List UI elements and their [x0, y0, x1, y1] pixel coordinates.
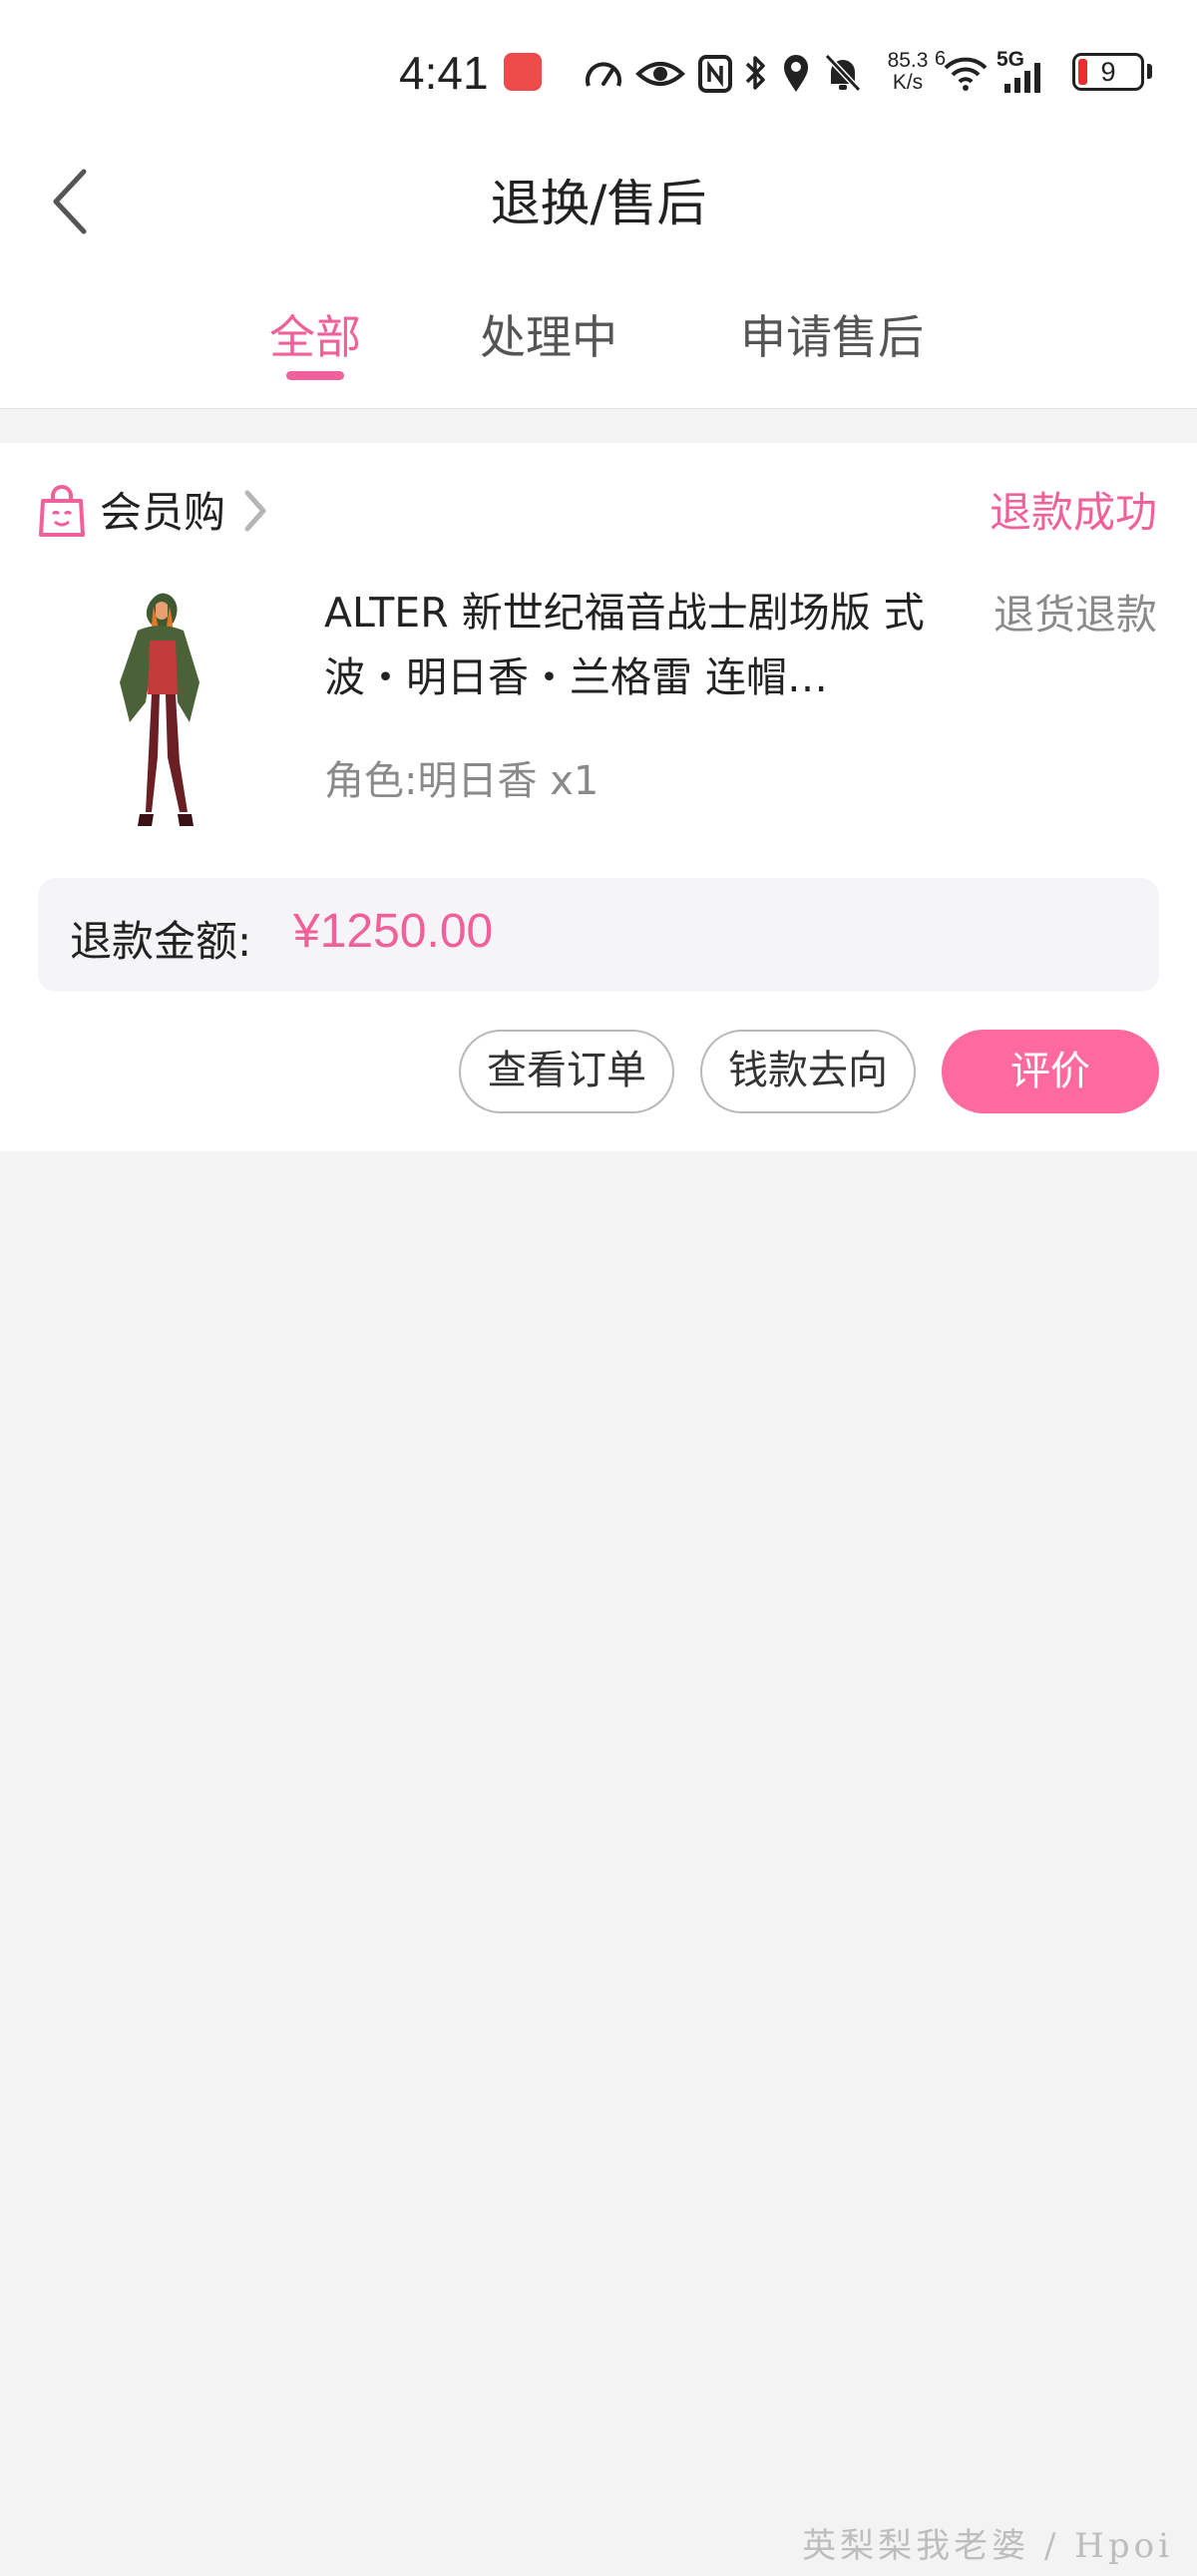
app-notification-icon — [504, 53, 542, 91]
tab-processing[interactable]: 处理中 — [480, 301, 617, 367]
refund-amount-label: 退款金额: — [70, 917, 252, 966]
after-sale-order-card[interactable]: 会员购 退款成功 ALTER 新世纪福音战士剧场版 式波・明日香・兰格雷 连帽…… — [0, 443, 1197, 1151]
chevron-right-icon[interactable] — [239, 487, 269, 535]
product-title[interactable]: ALTER 新世纪福音战士剧场版 式波・明日香・兰格雷 连帽… — [324, 581, 943, 710]
network-speed-unit: K/s — [892, 71, 924, 94]
view-order-button[interactable]: 查看订单 — [459, 1030, 674, 1113]
page-title: 退换/售后 — [490, 175, 707, 232]
shop-name[interactable]: 会员购 — [100, 479, 225, 540]
refund-amount-value: ¥1250.00 — [293, 905, 494, 958]
nfc-icon — [698, 55, 732, 93]
tab-apply-after-sale[interactable]: 申请售后 — [740, 301, 924, 367]
product-image[interactable] — [90, 583, 229, 832]
network-speed: 85.3 K/s — [878, 50, 938, 94]
bell-muted-icon — [824, 53, 862, 93]
money-flow-button[interactable]: 钱款去向 — [700, 1030, 916, 1113]
eye-icon — [635, 62, 685, 86]
wifi-icon — [944, 57, 988, 91]
status-time: 4:41 — [399, 47, 489, 99]
shopping-bag-icon — [39, 485, 85, 537]
product-spec: 角色:明日香 x1 — [324, 758, 599, 804]
top-area: 4:41 85.3 K/s 6 5G 9 退换/售后 全部 处理中 申请售后 — [0, 0, 1197, 409]
tab-all[interactable]: 全部 — [269, 301, 361, 367]
order-status: 退款成功 — [989, 488, 1157, 537]
speedometer-icon — [586, 62, 621, 87]
refund-amount-box: 退款金额: ¥1250.00 — [38, 878, 1159, 992]
battery-icon: 9 — [1072, 53, 1144, 91]
active-tab-indicator — [286, 371, 344, 380]
network-speed-value: 85.3 — [887, 49, 929, 72]
battery-tip — [1147, 64, 1152, 79]
watermark: 英梨梨我老婆 / Hpoi — [802, 2526, 1173, 2566]
location-icon — [784, 55, 808, 92]
battery-level: 9 — [1100, 57, 1116, 87]
bluetooth-icon — [745, 56, 765, 90]
signal-icon — [1004, 63, 1040, 93]
return-type: 退货退款 — [994, 591, 1157, 639]
review-button[interactable]: 评价 — [942, 1030, 1159, 1113]
